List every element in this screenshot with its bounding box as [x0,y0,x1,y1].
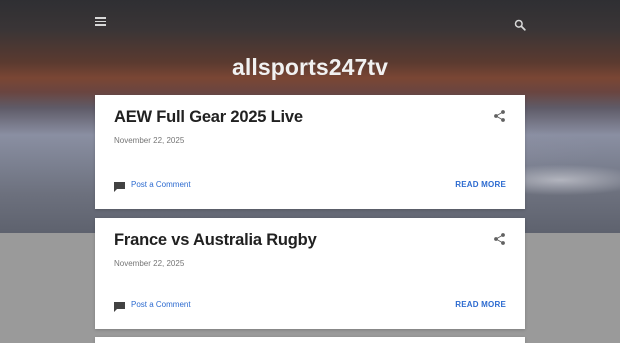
post-date: November 22, 2025 [114,259,185,268]
post-title[interactable]: France vs Australia Rugby [114,231,317,250]
comment-label: Post a Comment [131,299,191,309]
post-card: France vs Australia Rugby November 22, 2… [95,218,525,329]
share-icon[interactable] [494,109,505,122]
hamburger-menu-icon[interactable] [95,17,106,26]
site-title[interactable]: allsports247tv [0,54,620,81]
comment-label: Post a Comment [131,179,191,189]
post-comment-link[interactable]: Post a Comment [114,179,191,192]
top-bar [0,0,620,48]
comment-icon [114,179,125,192]
post-card: AEW Full Gear 2025 Live November 22, 202… [95,95,525,209]
post-card [95,337,525,343]
comment-icon [114,299,125,312]
post-date: November 22, 2025 [114,136,185,145]
search-icon[interactable] [514,18,526,31]
post-comment-link[interactable]: Post a Comment [114,299,191,312]
post-title[interactable]: AEW Full Gear 2025 Live [114,108,303,127]
read-more-link[interactable]: READ MORE [455,180,506,189]
read-more-link[interactable]: READ MORE [455,300,506,309]
share-icon[interactable] [494,232,505,245]
